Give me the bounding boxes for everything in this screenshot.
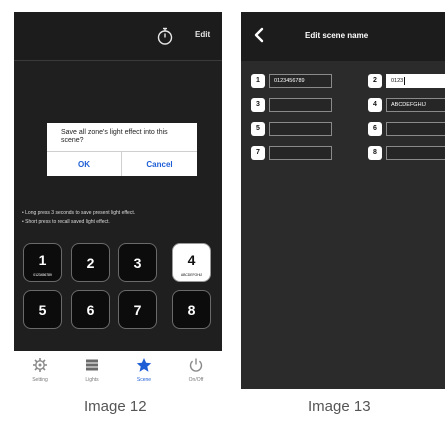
scene-name: 0123456789 [33,273,52,277]
tab-label: Scene [136,377,152,383]
scene-button-2[interactable]: 2 [71,243,110,282]
scene-button-5[interactable]: 5 [23,290,62,329]
scene-name: ABCDEFGHIJ [180,273,203,277]
scene-badge-8: 8 [368,146,382,160]
scene-badge-5: 5 [251,122,265,136]
scene-badge-1: 1 [251,74,265,88]
scene-number: 4 [187,252,196,268]
text-caret [404,76,406,85]
scene-number: 3 [133,255,142,271]
tab-label: Lights [85,377,99,383]
scene-name-input-8[interactable] [386,146,445,160]
scene-screen: Edit Save all zone's light effect into t… [14,12,222,389]
scene-name-input-1[interactable]: 0123456789 [269,74,332,88]
scene-button-7[interactable]: 7 [118,290,157,329]
hint-short-press: • Short press to recall saved light effe… [22,219,110,225]
scene-name-input-6[interactable] [386,122,445,136]
tab-scene[interactable]: Scene [118,351,170,389]
back-chevron-icon[interactable] [253,27,265,43]
tab-label: On/Off [188,377,204,383]
scene-button-4[interactable]: 4 ABCDEFGHIJ [172,243,211,282]
scene-name-input-4[interactable]: ABCDEFGHIJ [386,98,445,112]
scene-number: 6 [86,302,95,318]
tab-onoff[interactable]: On/Off [170,351,222,389]
scene-number: 8 [187,302,196,318]
dialog-message: Save all zone's light effect into this s… [61,129,168,144]
input-text: 0123 [391,78,404,84]
scene-number: 1 [38,252,47,268]
scene-button-3[interactable]: 3 [118,243,157,282]
power-icon [189,358,203,372]
scene-number: 5 [38,302,47,318]
timer-icon[interactable] [156,26,174,46]
gear-icon [33,358,47,372]
hint-long-press: • Long press 3 seconds to save present l… [22,210,136,216]
save-scene-dialog: Save all zone's light effect into this s… [47,123,197,176]
tab-bar: Setting Lights Scene On/Off [14,351,222,389]
tab-setting[interactable]: Setting [14,351,66,389]
page-title: Edit scene name [305,31,369,40]
star-icon [136,358,152,372]
header-bar: Edit scene name [241,12,445,61]
caption-right: Image 13 [308,398,371,415]
scene-badge-7: 7 [251,146,265,160]
scene-badge-6: 6 [368,122,382,136]
scene-button-8[interactable]: 8 [172,290,211,329]
scene-button-1[interactable]: 1 0123456789 [23,243,62,282]
caption-left: Image 12 [84,398,147,415]
scene-name-input-2[interactable]: 0123 [386,74,445,88]
tab-lights[interactable]: Lights [66,351,118,389]
cancel-button[interactable]: Cancel [122,151,197,176]
scene-number: 7 [133,302,142,318]
scene-badge-2: 2 [368,74,382,88]
scene-number: 2 [86,255,95,271]
scene-button-6[interactable]: 6 [71,290,110,329]
scene-badge-3: 3 [251,98,265,112]
screenshot-root: Edit Save all zone's light effect into t… [0,0,445,434]
edit-button[interactable]: Edit [195,30,210,39]
scene-name-input-5[interactable] [269,122,332,136]
scene-badge-4: 4 [368,98,382,112]
tab-label: Setting [32,377,48,383]
scene-name-input-7[interactable] [269,146,332,160]
edit-scene-name-screen: Edit scene name 1 0123456789 2 0123 3 4 … [241,12,445,389]
scene-name-input-3[interactable] [269,98,332,112]
ok-button[interactable]: OK [47,151,122,176]
header-bar: Edit [14,12,222,61]
grid-icon [86,359,98,371]
